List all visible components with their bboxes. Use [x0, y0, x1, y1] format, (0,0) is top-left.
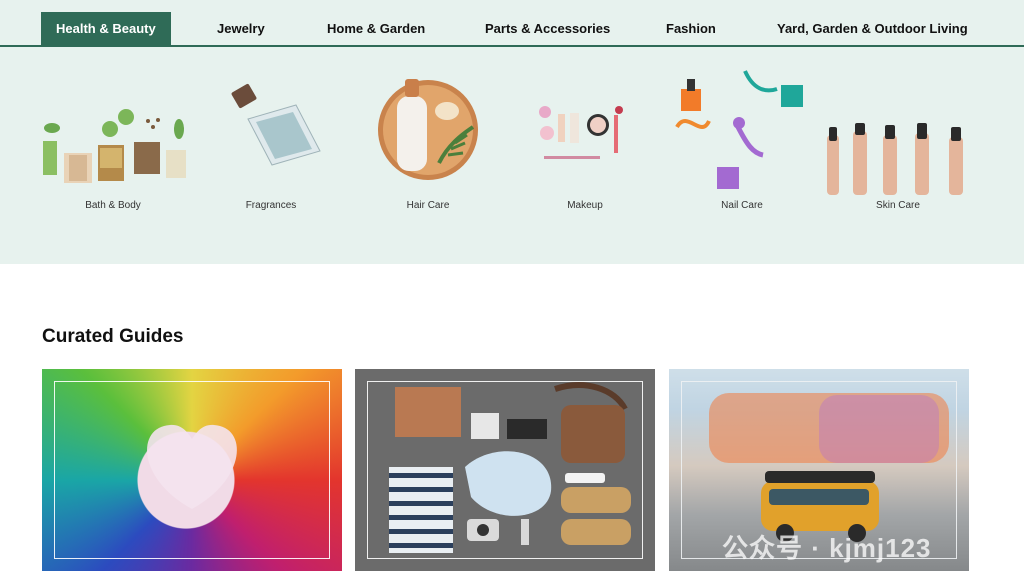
category-label: Hair Care [406, 200, 450, 211]
category-label: Makeup [567, 200, 603, 211]
category-label: Fragrances [245, 200, 297, 211]
category-label: Skin Care [876, 200, 920, 211]
embroidery-floss-heart-image [147, 424, 237, 509]
guide-card-embroidery-heart[interactable] [42, 369, 342, 571]
curated-guides-title: Curated Guides [42, 326, 184, 347]
makeup-products-image [539, 106, 623, 159]
category-nail-care[interactable]: Nail Care [667, 47, 817, 264]
category-skin-care[interactable]: Skin Care [823, 47, 973, 264]
watermark: 公众号 · kjmj123 [722, 533, 932, 563]
category-label: Nail Care [721, 200, 763, 211]
category-label: Bath & Body [85, 200, 141, 211]
hair-care-products-image [378, 79, 478, 180]
tab-health-beauty[interactable]: Health & Beauty [41, 12, 171, 45]
category-makeup[interactable]: Makeup [510, 47, 660, 264]
skin-care-hands-image [827, 123, 963, 195]
bath-and-body-products-image [43, 109, 186, 183]
category-fragrances[interactable]: Fragrances [196, 47, 346, 264]
tab-fashion[interactable]: Fashion [666, 12, 716, 45]
flat-lay-fashion-items-image [389, 382, 631, 553]
fragrance-bottle-image [231, 83, 321, 166]
tab-jewelry[interactable]: Jewelry [217, 12, 265, 45]
category-bath-body[interactable]: Bath & Body [38, 47, 188, 264]
tab-home-garden[interactable]: Home & Garden [327, 12, 425, 45]
subcategory-band: Bath & Body Fragrances Hair Care Makeup … [0, 47, 1024, 264]
tab-parts-accessories[interactable]: Parts & Accessories [485, 12, 610, 45]
guide-card-flat-lay[interactable] [355, 369, 655, 571]
nail-polish-image [675, 70, 803, 189]
tab-yard-garden-outdoor[interactable]: Yard, Garden & Outdoor Living [777, 12, 968, 45]
category-hair-care[interactable]: Hair Care [353, 47, 503, 264]
